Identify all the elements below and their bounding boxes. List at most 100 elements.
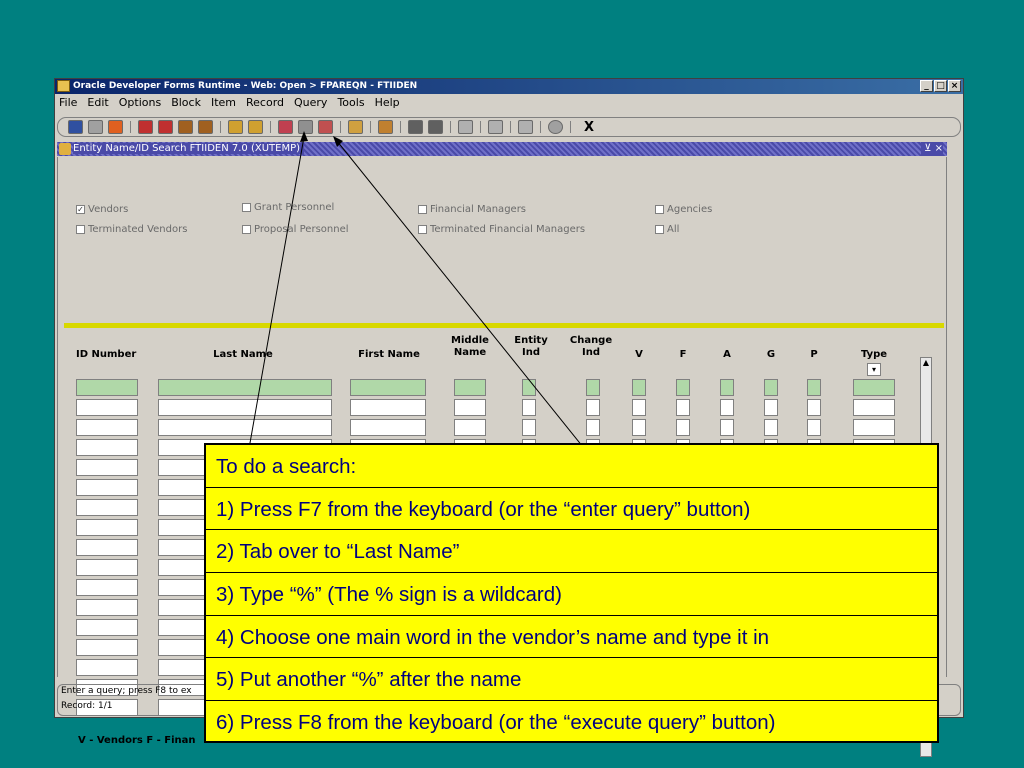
- cell-id-number[interactable]: [76, 599, 138, 616]
- checkbox-box[interactable]: [76, 225, 85, 234]
- cell-f[interactable]: [676, 379, 690, 396]
- cell-last-name[interactable]: [158, 419, 332, 436]
- checkbox-proposal-personnel[interactable]: Proposal Personnel: [242, 224, 349, 235]
- exit-button[interactable]: X: [584, 120, 594, 135]
- cell-f[interactable]: [676, 419, 690, 436]
- print-screen-icon[interactable]: [378, 120, 393, 134]
- checkbox-vendors[interactable]: ✓ Vendors: [76, 204, 128, 215]
- checkbox-terminated-vendors[interactable]: Terminated Vendors: [76, 224, 187, 235]
- globe-icon[interactable]: [488, 120, 503, 134]
- cell-first-name[interactable]: [350, 379, 426, 396]
- cell-id-number[interactable]: [76, 539, 138, 556]
- menu-record[interactable]: Record: [246, 94, 284, 112]
- checkbox-all[interactable]: All: [655, 224, 679, 235]
- cell-f[interactable]: [676, 399, 690, 416]
- checkbox-financial-managers[interactable]: Financial Managers: [418, 204, 526, 215]
- scroll-up-arrow-icon[interactable]: ▲: [921, 358, 931, 368]
- cancel-query-icon[interactable]: [318, 120, 333, 134]
- menu-options[interactable]: Options: [119, 94, 161, 112]
- checkbox-box[interactable]: [418, 205, 427, 214]
- cell-id-number[interactable]: [76, 439, 138, 456]
- cell-a[interactable]: [720, 419, 734, 436]
- cell-last-name[interactable]: [158, 399, 332, 416]
- menu-help[interactable]: Help: [375, 94, 400, 112]
- checkbox-agencies[interactable]: Agencies: [655, 204, 712, 215]
- cell-id-number[interactable]: [76, 639, 138, 656]
- previous-record-icon[interactable]: [178, 120, 193, 134]
- cell-g[interactable]: [764, 399, 778, 416]
- cell-last-name[interactable]: [158, 379, 332, 396]
- next-block-icon[interactable]: [158, 120, 173, 134]
- cell-id-number[interactable]: [76, 619, 138, 636]
- cell-p[interactable]: [807, 399, 821, 416]
- cell-id-number[interactable]: [76, 479, 138, 496]
- checkbox-grant-personnel[interactable]: Grant Personnel: [242, 202, 334, 213]
- cell-type[interactable]: [853, 379, 895, 396]
- cell-v[interactable]: [632, 399, 646, 416]
- insert-record-icon[interactable]: [228, 120, 243, 134]
- menu-edit[interactable]: Edit: [87, 94, 108, 112]
- menu-tools[interactable]: Tools: [337, 94, 364, 112]
- remove-record-icon[interactable]: [248, 120, 263, 134]
- cell-type[interactable]: [853, 419, 895, 436]
- print-icon[interactable]: [108, 120, 123, 134]
- cell-id-number[interactable]: [76, 559, 138, 576]
- cell-v[interactable]: [632, 419, 646, 436]
- type-lov-dropdown-icon[interactable]: ▾: [867, 363, 881, 376]
- cell-entity-ind[interactable]: [522, 419, 536, 436]
- workflow-icon[interactable]: [518, 120, 533, 134]
- checkbox-box[interactable]: [655, 225, 664, 234]
- next-record-icon[interactable]: [198, 120, 213, 134]
- cell-p[interactable]: [807, 379, 821, 396]
- cell-entity-ind[interactable]: [522, 399, 536, 416]
- rollback-icon[interactable]: [88, 120, 103, 134]
- save-icon[interactable]: [68, 120, 83, 134]
- cell-id-number[interactable]: [76, 399, 138, 416]
- cell-change-ind[interactable]: [586, 399, 600, 416]
- cell-a[interactable]: [720, 379, 734, 396]
- cell-id-number[interactable]: [76, 579, 138, 596]
- attachment-icon[interactable]: [348, 120, 363, 134]
- minimize-button[interactable]: _: [920, 80, 933, 92]
- close-button[interactable]: ×: [948, 80, 961, 92]
- checkbox-box[interactable]: ✓: [76, 205, 85, 214]
- execute-query-icon[interactable]: [298, 120, 313, 134]
- cell-p[interactable]: [807, 419, 821, 436]
- cell-id-number[interactable]: [76, 499, 138, 516]
- form-window-controls[interactable]: ⊻ ×: [921, 142, 943, 156]
- cell-middle-name[interactable]: [454, 379, 486, 396]
- cell-v[interactable]: [632, 379, 646, 396]
- menu-item[interactable]: Item: [211, 94, 236, 112]
- extract-icon[interactable]: [408, 120, 423, 134]
- cell-first-name[interactable]: [350, 419, 426, 436]
- cell-id-number[interactable]: [76, 379, 138, 396]
- menu-query[interactable]: Query: [294, 94, 327, 112]
- speaker-icon[interactable]: [458, 120, 473, 134]
- cell-middle-name[interactable]: [454, 399, 486, 416]
- previous-block-icon[interactable]: [138, 120, 153, 134]
- checkbox-box[interactable]: [242, 203, 251, 212]
- checkbox-box[interactable]: [655, 205, 664, 214]
- cell-middle-name[interactable]: [454, 419, 486, 436]
- menu-block[interactable]: Block: [171, 94, 201, 112]
- options-icon[interactable]: [428, 120, 443, 134]
- cell-type[interactable]: [853, 399, 895, 416]
- checkbox-box[interactable]: [242, 225, 251, 234]
- menu-file[interactable]: File: [59, 94, 77, 112]
- cell-a[interactable]: [720, 399, 734, 416]
- enter-query-icon[interactable]: [278, 120, 293, 134]
- cell-g[interactable]: [764, 419, 778, 436]
- cell-id-number[interactable]: [76, 519, 138, 536]
- checkbox-box[interactable]: [418, 225, 427, 234]
- cell-g[interactable]: [764, 379, 778, 396]
- cell-id-number[interactable]: [76, 419, 138, 436]
- help-icon[interactable]: [548, 120, 563, 134]
- cell-change-ind[interactable]: [586, 379, 600, 396]
- cell-first-name[interactable]: [350, 399, 426, 416]
- cell-entity-ind[interactable]: [522, 379, 536, 396]
- maximize-button[interactable]: □: [934, 80, 947, 92]
- cell-id-number[interactable]: [76, 459, 138, 476]
- checkbox-terminated-financial-managers[interactable]: Terminated Financial Managers: [418, 224, 585, 235]
- cell-change-ind[interactable]: [586, 419, 600, 436]
- cell-id-number[interactable]: [76, 659, 138, 676]
